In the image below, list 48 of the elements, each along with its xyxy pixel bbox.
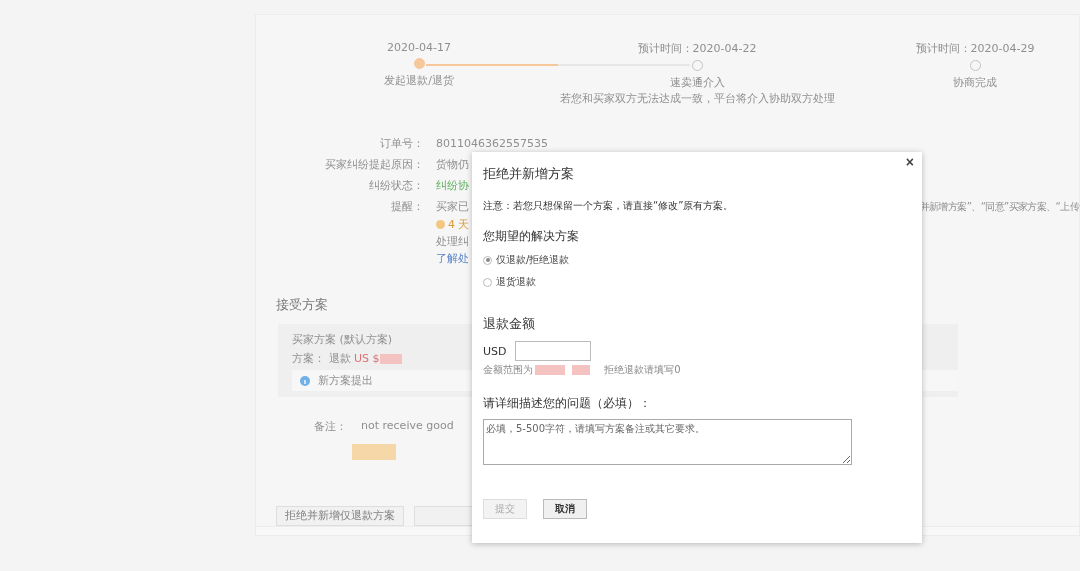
- field-heading: 请详细描述您的问题（必填）：: [483, 395, 652, 412]
- remark-label: 备注：: [314, 419, 347, 434]
- radio-option[interactable]: 仅退款/拒绝退款: [483, 253, 570, 267]
- section-heading: 接受方案: [276, 296, 329, 314]
- plan-title: 买家方案 (默认方案): [292, 332, 394, 347]
- field-heading: 您期望的解决方案: [483, 228, 580, 245]
- step-label: 发起退款/退货: [384, 73, 454, 88]
- help-link[interactable]: 了解处: [436, 251, 469, 266]
- dialog-note: 注意：若您只想保留一个方案，请直接“修改”原有方案。: [483, 199, 735, 213]
- secondary-button[interactable]: [414, 505, 474, 526]
- info-icon: [300, 375, 310, 386]
- info-value: 买家已: [436, 199, 469, 214]
- redacted-mark: [535, 365, 565, 375]
- accept-button[interactable]: [352, 444, 396, 460]
- info-label: 纠纷状态：: [368, 178, 424, 193]
- notice-text: 新方案提出: [318, 373, 373, 388]
- info-value: 纠纷协: [436, 178, 469, 193]
- step-label: 协商完成: [953, 75, 997, 90]
- info-label: 买家纠纷提起原因：: [324, 157, 424, 172]
- step-time: 预计时间：2020-04-29: [915, 41, 1035, 56]
- reminder-text: 4 天: [436, 217, 470, 232]
- currency-label: USD: [483, 344, 507, 358]
- amount-field[interactable]: [514, 341, 591, 361]
- remark-text: not receive good: [361, 419, 454, 434]
- plan-amount: US $: [354, 352, 380, 365]
- redacted-mark: [572, 365, 591, 375]
- range-hint: 拒绝退款请填写0: [604, 363, 681, 377]
- redacted-mark: [379, 353, 402, 364]
- plan-label: 方案：: [292, 351, 325, 366]
- info-value: 8011046362557535: [436, 137, 548, 150]
- reminder-text: 处理纠: [436, 234, 469, 249]
- clock-icon: [436, 220, 445, 229]
- step-note: 若您和买家双方无法达成一致，平台将介入协助双方处理: [559, 91, 835, 106]
- info-label: 订单号：: [379, 136, 424, 151]
- reject-button[interactable]: 拒绝并新增仅退款方案: [276, 505, 404, 526]
- cancel-button[interactable]: 取消: [543, 499, 587, 519]
- info-value: 货物仍: [436, 157, 469, 172]
- step-time: 预计时间：2020-04-22: [637, 41, 757, 56]
- step-time: 2020-04-17: [387, 41, 451, 54]
- step-label: 速卖通介入: [669, 75, 725, 90]
- close-button[interactable]: ×: [903, 155, 916, 169]
- dialog-title: 拒绝并新增方案: [483, 165, 575, 183]
- radio-option[interactable]: 退货退款: [483, 275, 536, 289]
- info-label: 提醒：: [390, 199, 424, 214]
- description-field[interactable]: 必填，5-500字符，请填写方案备注或其它要求。: [483, 419, 852, 465]
- field-heading: 退款金额: [483, 315, 536, 333]
- range-label: 金额范围为: [483, 363, 533, 377]
- plan-value: 退款: [328, 351, 351, 366]
